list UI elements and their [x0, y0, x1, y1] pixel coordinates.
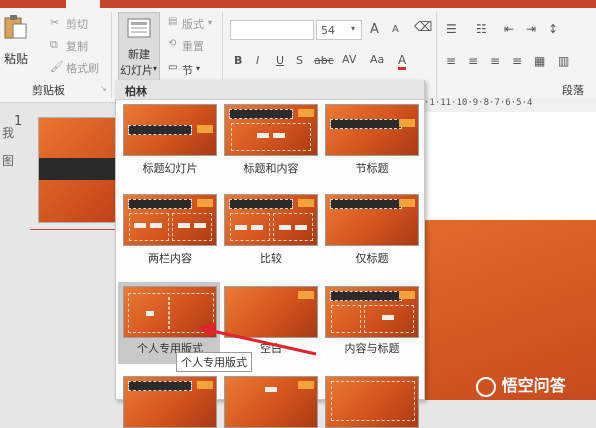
watermark-text: 悟空问答: [501, 376, 566, 395]
indent-icon[interactable]: ⇤: [504, 22, 514, 36]
underline-button[interactable]: U: [276, 54, 284, 67]
theme-name: 柏林: [125, 85, 147, 98]
font-size-value: 54: [321, 24, 335, 37]
justify-icon[interactable]: ≡: [512, 54, 522, 68]
tab-home-indicator[interactable]: [66, 0, 100, 8]
bullets-icon[interactable]: ☰: [446, 22, 457, 36]
outdent-icon[interactable]: ⇥: [526, 22, 536, 36]
new-slide-label-2: 幻灯片: [120, 64, 153, 77]
side-text: 我: [2, 126, 15, 140]
numbering-icon[interactable]: ☷: [476, 22, 487, 36]
group-divider: [111, 12, 112, 98]
format-painter-button[interactable]: 格式刷: [66, 60, 99, 76]
watermark-logo-icon: [476, 376, 496, 397]
group-divider: [436, 12, 437, 98]
clipboard-group-label: 剪贴板: [32, 84, 65, 97]
cut-button[interactable]: 剪切: [66, 16, 88, 32]
layout-thumb-content-caption[interactable]: [325, 286, 419, 338]
layout-thumb-title-slide[interactable]: [123, 104, 217, 156]
layout-thumb-comparison[interactable]: [224, 194, 318, 246]
grow-font-button[interactable]: A: [370, 22, 379, 37]
layout-button[interactable]: 版式: [182, 16, 204, 32]
format-painter-icon: 🖌: [50, 60, 64, 73]
title-bar: [0, 0, 596, 8]
tooltip: 个人专用版式: [176, 352, 252, 372]
layout-name: 节标题: [355, 162, 389, 175]
layout-thumb-row4-3[interactable]: [325, 376, 419, 428]
cut-icon: ✂: [50, 16, 60, 29]
gallery-header: 柏林: [115, 80, 424, 100]
slide-number: 1: [14, 114, 23, 129]
layout-chevron-icon: ▾: [208, 18, 213, 27]
layout-thumb-row4-2[interactable]: [224, 376, 318, 428]
font-size-field[interactable]: 54 ▾: [316, 20, 362, 40]
horizontal-ruler: ·1·11·10·9·8·7·6·5·4: [424, 98, 596, 112]
slide-canvas-upper: [424, 112, 596, 220]
layout-name: 标题幻灯片: [142, 162, 198, 175]
italic-button[interactable]: I: [256, 54, 259, 67]
font-name-field[interactable]: [230, 20, 314, 40]
align-left-icon[interactable]: ≡: [446, 54, 456, 68]
watermark: 悟空问答: [476, 372, 594, 397]
clear-format-icon[interactable]: ⌫: [414, 20, 432, 35]
layout-thumb-title-content[interactable]: [224, 104, 318, 156]
layout-thumb-title-only[interactable]: [325, 194, 419, 246]
dialog-launcher-icon[interactable]: ↘: [100, 84, 107, 93]
layout-icon: ▤: [168, 16, 178, 27]
layout-thumb-section-header[interactable]: [325, 104, 419, 156]
section-chevron-icon: ▾: [196, 64, 201, 73]
paragraph-group-label: 段落: [562, 84, 584, 97]
insertion-line: [30, 229, 118, 230]
thumbnail-title-bar: [39, 158, 119, 180]
change-case-icon[interactable]: Aa: [370, 53, 384, 66]
line-spacing-icon[interactable]: ↕: [548, 22, 558, 36]
layout-name: 比较: [260, 252, 282, 265]
reset-icon: ⟲: [168, 38, 177, 49]
new-slide-icon: [127, 18, 151, 40]
section-button[interactable]: 节: [182, 62, 193, 78]
paste-button[interactable]: 粘贴: [4, 50, 28, 67]
char-spacing-icon[interactable]: AV: [342, 53, 356, 66]
shrink-font-button[interactable]: A: [392, 24, 399, 35]
copy-icon: ⧉: [50, 38, 58, 51]
paste-icon[interactable]: [2, 14, 28, 40]
layout-name: 仅标题: [355, 252, 389, 265]
columns-icon[interactable]: ▥: [558, 54, 569, 68]
chevron-down-icon: ▾: [351, 24, 356, 33]
layout-name: 内容与标题: [344, 342, 400, 355]
layout-name: 标题和内容: [243, 162, 299, 175]
strikethrough-button[interactable]: abc: [314, 54, 334, 67]
new-slide-label-1: 新建: [128, 48, 150, 61]
reset-button[interactable]: 重置: [182, 38, 204, 54]
copy-button[interactable]: 复制: [66, 38, 88, 54]
layout-thumb-two-content[interactable]: [123, 194, 217, 246]
align-center-icon[interactable]: ≡: [468, 54, 478, 68]
align-right-icon[interactable]: ≡: [490, 54, 500, 68]
bold-button[interactable]: B: [234, 54, 242, 67]
layout-thumb-row4-1[interactable]: [123, 376, 217, 428]
slide-thumbnail[interactable]: [38, 117, 120, 223]
section-icon: ▭: [168, 62, 178, 73]
layout-name: 两栏内容: [148, 252, 192, 265]
distribute-icon[interactable]: ▦: [534, 54, 545, 68]
chevron-down-icon[interactable]: ▾: [153, 64, 157, 73]
font-color-button[interactable]: A: [398, 53, 407, 70]
side-text: 图: [2, 154, 15, 168]
shadow-button[interactable]: S: [296, 54, 303, 67]
